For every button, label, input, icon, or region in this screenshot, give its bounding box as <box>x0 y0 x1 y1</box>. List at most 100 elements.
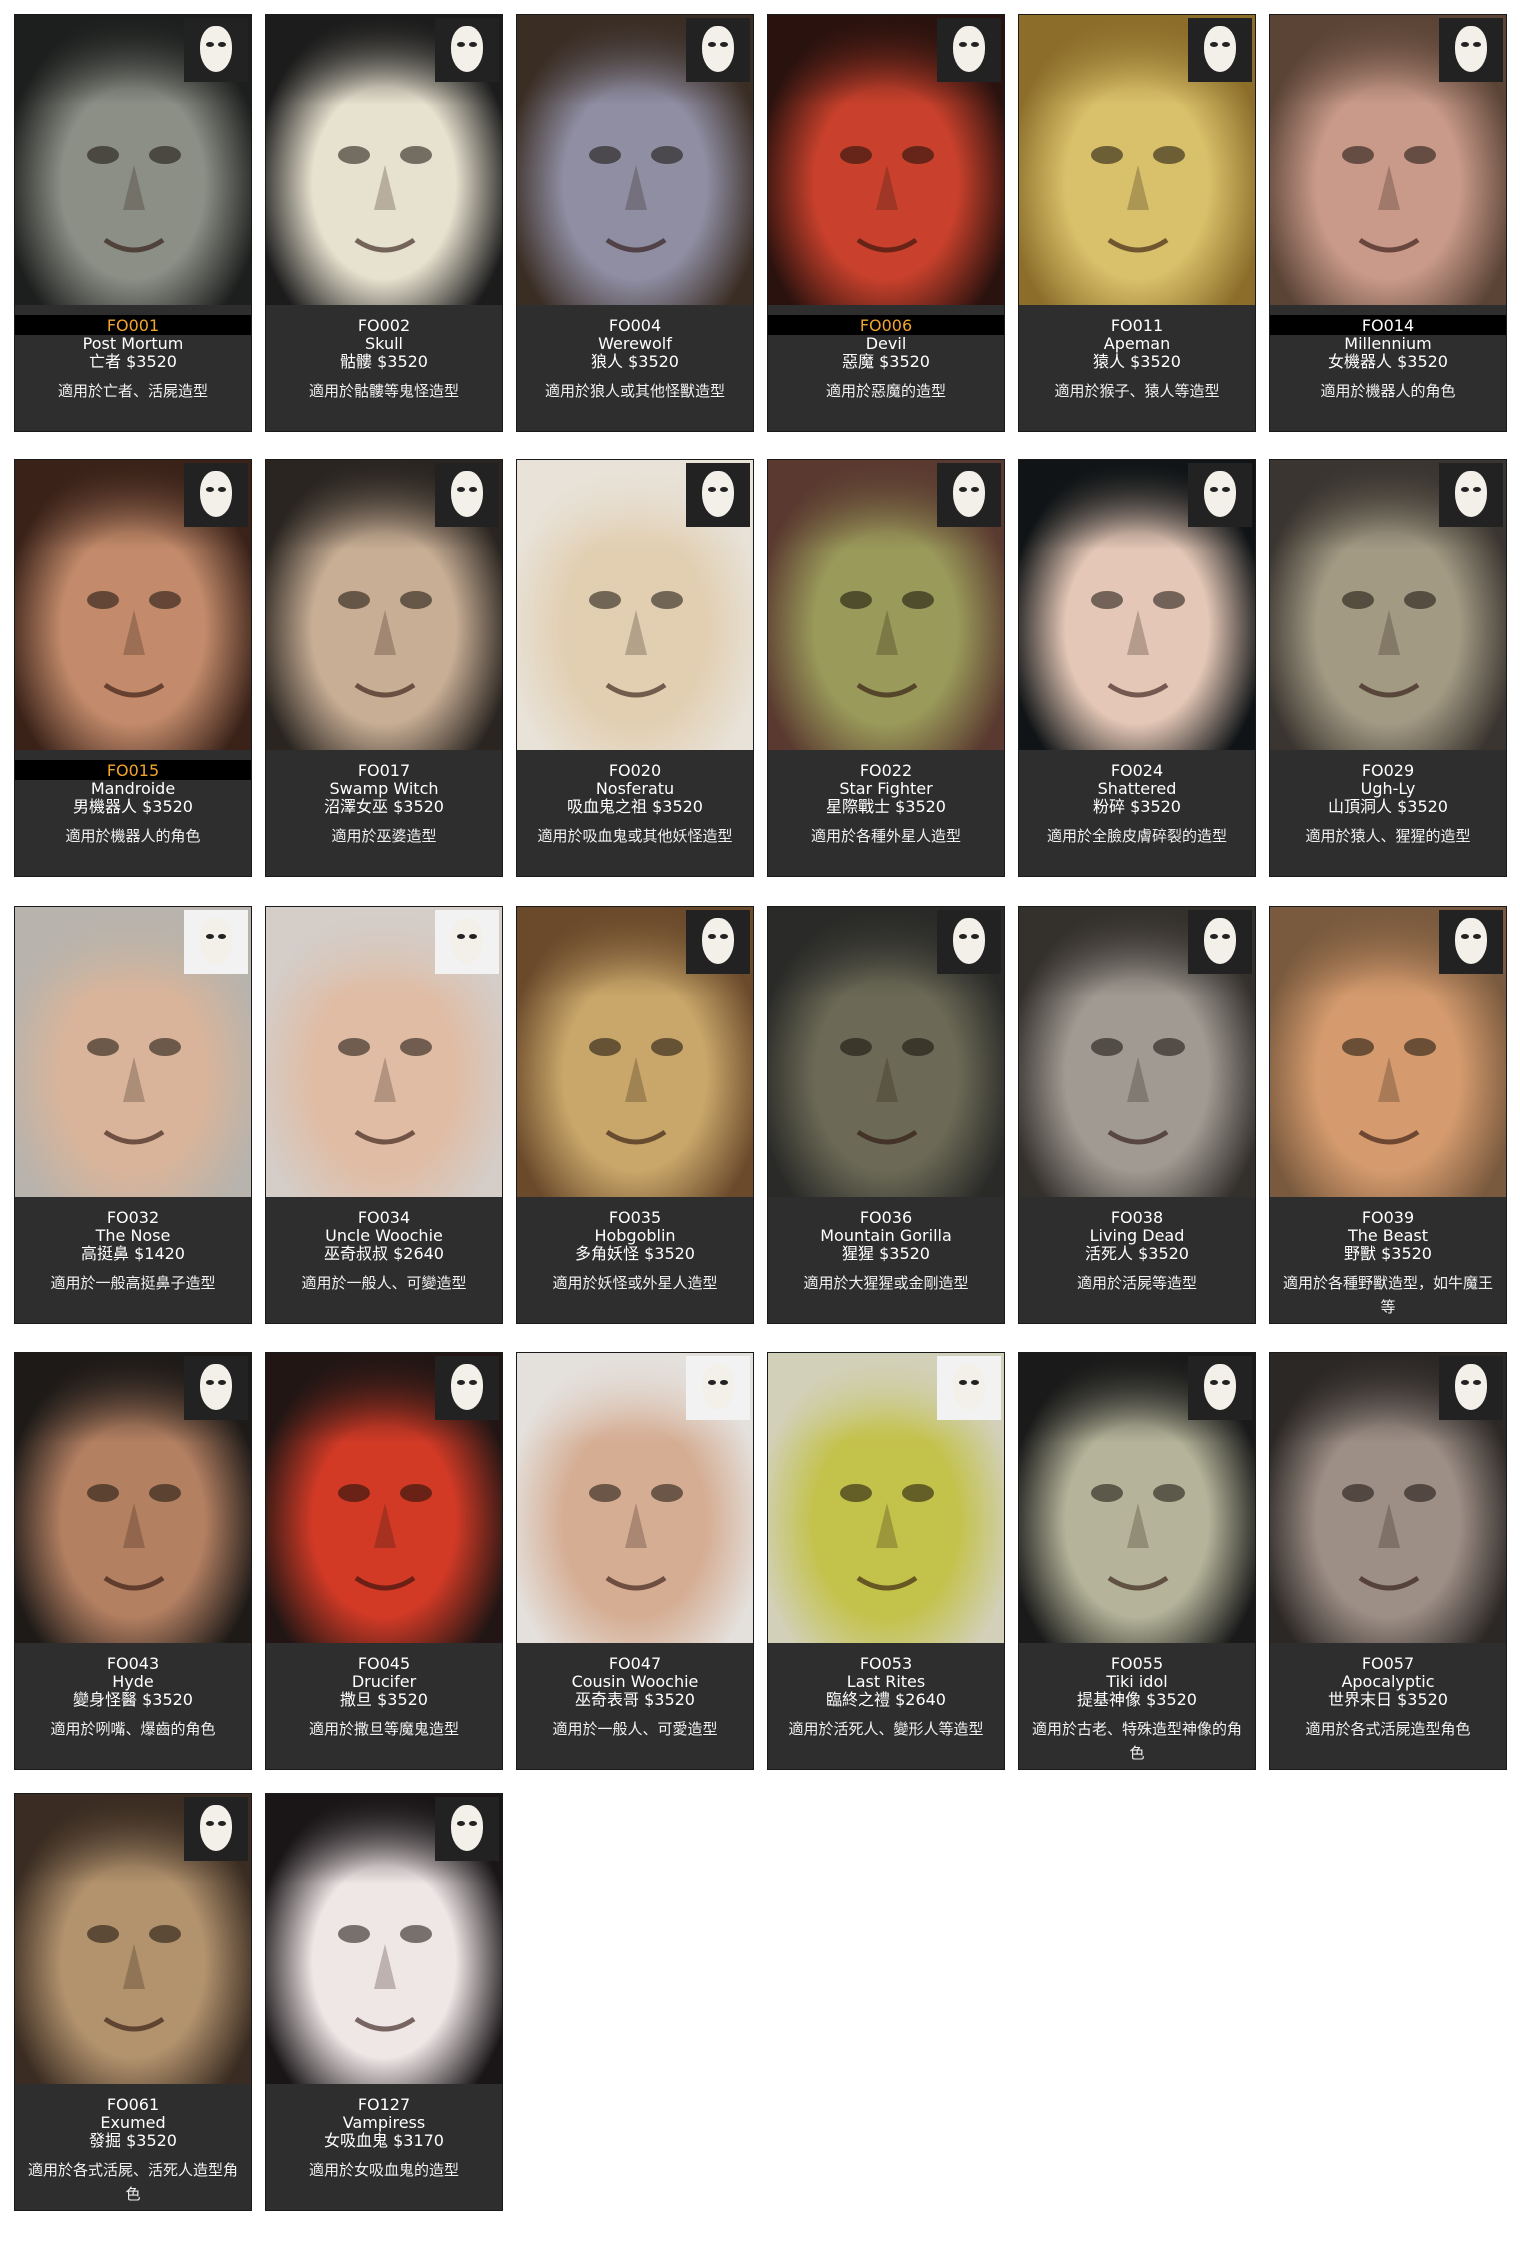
mask-thumbnail <box>1188 463 1252 527</box>
product-description: 適用於狼人或其他怪獸造型 <box>544 382 725 400</box>
product-name: Devil <box>865 334 907 353</box>
product-card[interactable]: FO057 Apocalyptic 世界末日 $3520 適用於各式活屍造型角色 <box>1269 1352 1507 1770</box>
mask-catalog: FO001 Post Mortum 亡者 $3520 適用於亡者、活屍造型 FO002 S… <box>0 0 1520 2245</box>
mask-photo <box>15 15 251 305</box>
product-code: FO045 <box>357 1654 411 1673</box>
product-code: FO043 <box>106 1654 160 1673</box>
mask-thumbnail <box>435 910 499 974</box>
product-info: FO043 Hyde 變身怪醫 $3520 適用於咧嘴、爆齒的角色 <box>15 1643 251 1769</box>
product-card[interactable]: FO032 The Nose 高挺鼻 $1420 適用於一般高挺鼻子造型 <box>14 906 252 1324</box>
product-card[interactable]: FO039 The Beast 野獸 $3520 適用於各種野獸造型，如牛魔王等 <box>1269 906 1507 1324</box>
mask-photo <box>517 1353 753 1643</box>
product-code: FO029 <box>1361 761 1415 780</box>
product-card[interactable]: FO047 Cousin Woochie 巫奇表哥 $3520 適用於一般人、可愛造型 <box>516 1352 754 1770</box>
mask-thumbnail <box>937 18 1001 82</box>
mask-photo <box>1270 1353 1506 1643</box>
product-price: 猩猩 $3520 <box>842 1244 930 1263</box>
product-card[interactable]: FO017 Swamp Witch 沼澤女巫 $3520 適用於巫婆造型 <box>265 459 503 877</box>
mask-photo <box>768 1353 1004 1643</box>
product-card[interactable]: FO127 Vampiress 女吸血鬼 $3170 適用於女吸血鬼的造型 <box>265 1793 503 2211</box>
product-card[interactable]: FO035 Hobgoblin 多角妖怪 $3520 適用於妖怪或外星人造型 <box>516 906 754 1324</box>
product-code: FO055 <box>1110 1654 1164 1673</box>
product-price: 野獸 $3520 <box>1344 1244 1432 1263</box>
product-name: Millennium <box>1344 334 1432 353</box>
product-price: 吸血鬼之祖 $3520 <box>567 797 703 816</box>
mask-photo <box>15 907 251 1197</box>
product-info: FO022 Star Fighter 星際戰士 $3520 適用於各種外星人造型 <box>768 750 1004 876</box>
mask-photo <box>1270 460 1506 750</box>
product-card[interactable]: FO043 Hyde 變身怪醫 $3520 適用於咧嘴、爆齒的角色 <box>14 1352 252 1770</box>
product-description: 適用於活屍等造型 <box>1076 1274 1197 1292</box>
product-info: FO055 Tiki idol 提基神像 $3520 適用於古老、特殊造型神像的角色 <box>1019 1643 1255 1769</box>
product-price: 惡魔 $3520 <box>842 352 930 371</box>
product-info: FO035 Hobgoblin 多角妖怪 $3520 適用於妖怪或外星人造型 <box>517 1197 753 1323</box>
product-card[interactable]: FO055 Tiki idol 提基神像 $3520 適用於古老、特殊造型神像的角色 <box>1018 1352 1256 1770</box>
product-card[interactable]: FO022 Star Fighter 星際戰士 $3520 適用於各種外星人造型 <box>767 459 1005 877</box>
product-card[interactable]: FO011 Apeman 猿人 $3520 適用於猴子、猿人等造型 <box>1018 14 1256 432</box>
product-info: FO045 Drucifer 撒旦 $3520 適用於撒旦等魔鬼造型 <box>266 1643 502 1769</box>
product-price: 高挺鼻 $1420 <box>81 1244 185 1263</box>
product-card[interactable]: FO061 Exumed 發掘 $3520 適用於各式活屍、活死人造型角色 <box>14 1793 252 2211</box>
product-name: Hyde <box>112 1672 154 1691</box>
product-card[interactable]: FO004 Werewolf 狼人 $3520 適用於狼人或其他怪獸造型 <box>516 14 754 432</box>
product-price: 活死人 $3520 <box>1085 1244 1189 1263</box>
product-info: FO020 Nosferatu 吸血鬼之祖 $3520 適用於吸血鬼或其他妖怪造型 <box>517 750 753 876</box>
product-description: 適用於亡者、活屍造型 <box>57 382 208 400</box>
mask-photo <box>266 1794 502 2084</box>
product-name: Mandroide <box>90 779 176 798</box>
mask-thumbnail <box>686 463 750 527</box>
product-name: Tiki idol <box>1106 1672 1168 1691</box>
product-info: FO004 Werewolf 狼人 $3520 適用於狼人或其他怪獸造型 <box>517 305 753 431</box>
product-card[interactable]: FO001 Post Mortum 亡者 $3520 適用於亡者、活屍造型 <box>14 14 252 432</box>
product-info: FO047 Cousin Woochie 巫奇表哥 $3520 適用於一般人、可愛造型 <box>517 1643 753 1769</box>
product-price: 粉碎 $3520 <box>1093 797 1181 816</box>
mask-thumbnail <box>686 1356 750 1420</box>
product-card[interactable]: FO020 Nosferatu 吸血鬼之祖 $3520 適用於吸血鬼或其他妖怪造型 <box>516 459 754 877</box>
product-info: FO001 Post Mortum 亡者 $3520 適用於亡者、活屍造型 <box>15 305 251 431</box>
product-description: 適用於全臉皮膚碎裂的造型 <box>1046 827 1227 845</box>
product-card[interactable]: FO015 Mandroide 男機器人 $3520 適用於機器人的角色 <box>14 459 252 877</box>
mask-photo <box>1270 907 1506 1197</box>
mask-thumbnail <box>1439 18 1503 82</box>
product-description: 適用於巫婆造型 <box>331 827 437 845</box>
mask-photo <box>768 907 1004 1197</box>
mask-thumbnail <box>686 18 750 82</box>
product-price: 臨終之禮 $2640 <box>826 1690 946 1709</box>
product-card[interactable]: FO034 Uncle Woochie 巫奇叔叔 $2640 適用於一般人、可變造型 <box>265 906 503 1324</box>
product-price: 多角妖怪 $3520 <box>575 1244 695 1263</box>
product-card[interactable]: FO053 Last Rites 臨終之禮 $2640 適用於活死人、變形人等造型 <box>767 1352 1005 1770</box>
mask-thumbnail <box>937 910 1001 974</box>
mask-thumbnail <box>184 1797 248 1861</box>
product-code: FO014 <box>1270 315 1506 335</box>
product-info: FO015 Mandroide 男機器人 $3520 適用於機器人的角色 <box>15 750 251 876</box>
mask-photo <box>15 460 251 750</box>
product-card[interactable]: FO002 Skull 骷髏 $3520 適用於骷髏等鬼怪造型 <box>265 14 503 432</box>
product-info: FO053 Last Rites 臨終之禮 $2640 適用於活死人、變形人等造型 <box>768 1643 1004 1769</box>
product-card[interactable]: FO029 Ugh-Ly 山頂洞人 $3520 適用於猿人、猩猩的造型 <box>1269 459 1507 877</box>
mask-photo <box>266 460 502 750</box>
product-price: 骷髏 $3520 <box>340 352 428 371</box>
mask-photo <box>768 15 1004 305</box>
product-info: FO039 The Beast 野獸 $3520 適用於各種野獸造型，如牛魔王等 <box>1270 1197 1506 1323</box>
product-card[interactable]: FO024 Shattered 粉碎 $3520 適用於全臉皮膚碎裂的造型 <box>1018 459 1256 877</box>
product-card[interactable]: FO006 Devil 惡魔 $3520 適用於惡魔的造型 <box>767 14 1005 432</box>
product-description: 適用於各種外星人造型 <box>810 827 961 845</box>
product-card[interactable]: FO038 Living Dead 活死人 $3520 適用於活屍等造型 <box>1018 906 1256 1324</box>
product-description: 適用於咧嘴、爆齒的角色 <box>50 1720 216 1738</box>
product-info: FO017 Swamp Witch 沼澤女巫 $3520 適用於巫婆造型 <box>266 750 502 876</box>
product-name: Cousin Woochie <box>571 1672 699 1691</box>
product-card[interactable]: FO036 Mountain Gorilla 猩猩 $3520 適用於大猩猩或金剛造型 <box>767 906 1005 1324</box>
product-description: 適用於古老、特殊造型神像的角色 <box>1031 1720 1242 1762</box>
mask-photo <box>1270 15 1506 305</box>
product-name: Uncle Woochie <box>325 1226 443 1245</box>
product-info: FO061 Exumed 發掘 $3520 適用於各式活屍、活死人造型角色 <box>15 2084 251 2210</box>
mask-photo <box>1019 15 1255 305</box>
mask-photo <box>1019 1353 1255 1643</box>
product-card[interactable]: FO045 Drucifer 撒旦 $3520 適用於撒旦等魔鬼造型 <box>265 1352 503 1770</box>
product-card[interactable]: FO014 Millennium 女機器人 $3520 適用於機器人的角色 <box>1269 14 1507 432</box>
product-description: 適用於各式活屍造型角色 <box>1305 1720 1471 1738</box>
product-info: FO034 Uncle Woochie 巫奇叔叔 $2640 適用於一般人、可變造型 <box>266 1197 502 1323</box>
product-name: Werewolf <box>598 334 672 353</box>
product-code: FO034 <box>357 1208 411 1227</box>
product-info: FO038 Living Dead 活死人 $3520 適用於活屍等造型 <box>1019 1197 1255 1323</box>
